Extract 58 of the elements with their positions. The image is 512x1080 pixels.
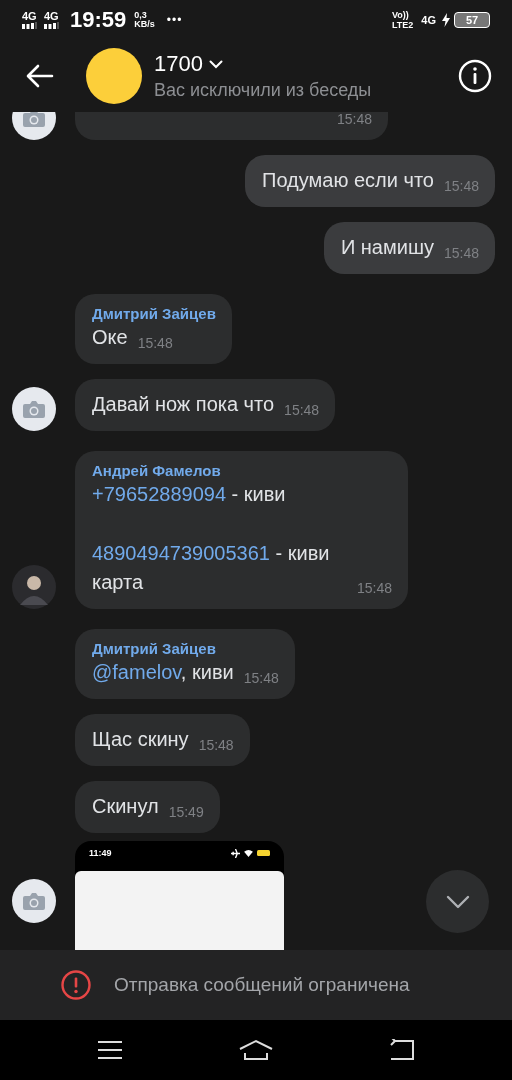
message-text: Щас скину: [92, 727, 189, 752]
message-time: 15:48: [336, 112, 372, 128]
message-text: +79652889094 - киви: [92, 482, 287, 507]
restriction-notice: Отправка сообщений ограничена: [114, 974, 410, 996]
speed-value: 0,3: [134, 11, 147, 20]
home-icon: [238, 1039, 274, 1061]
wifi-icon: [244, 849, 253, 857]
message-time: 15:48: [243, 669, 279, 687]
message-time: 15:48: [137, 334, 173, 352]
speed-unit: KB/s: [134, 20, 155, 29]
screenshot-clock: 11:49: [89, 848, 112, 858]
info-button[interactable]: [458, 59, 492, 93]
message-time: 15:48: [198, 736, 234, 754]
clock: 19:59: [70, 7, 127, 33]
message-time: 15:48: [443, 244, 479, 262]
chevron-down-icon: [445, 894, 470, 909]
menu-button[interactable]: [97, 1040, 124, 1060]
volte-label: Vo)): [391, 10, 410, 20]
message-time: 15:49: [168, 803, 204, 821]
chat-title[interactable]: 1700: [154, 51, 458, 77]
message-time: 15:48: [284, 401, 320, 419]
chevron-down-icon: [208, 59, 223, 69]
return-icon: [388, 1039, 415, 1061]
info-icon: [458, 59, 492, 93]
message-link[interactable]: +79652889094: [92, 483, 227, 505]
network-type: 4G: [421, 14, 436, 26]
battery-icon: [257, 850, 270, 856]
message-text: Подумаю если что: [262, 168, 434, 193]
sender-name[interactable]: Дмитрий Зайцев: [92, 305, 216, 322]
signal-icon: [22, 22, 38, 29]
menu-icon: [97, 1040, 124, 1060]
lte-label: LTE2: [391, 20, 414, 30]
home-button[interactable]: [238, 1039, 274, 1061]
more-indicator: •••: [166, 13, 183, 27]
chat-status: Вас исключили из беседы: [154, 80, 373, 101]
screenshot-attachment[interactable]: 11:49: [75, 841, 284, 950]
message-link[interactable]: 4890494739005361: [92, 542, 270, 564]
charging-icon: [442, 13, 450, 27]
message-time: 15:48: [443, 177, 479, 195]
message-text: 4890494739005361 - киви карта: [92, 541, 331, 595]
back-arrow-icon: [26, 64, 54, 88]
battery-indicator: 57: [454, 12, 490, 28]
message-text: Скинул: [92, 794, 159, 819]
message-time: 15:48: [356, 579, 392, 597]
back-button[interactable]: [388, 1039, 415, 1061]
network-type: 4G: [44, 11, 59, 22]
airplane-icon: [231, 848, 240, 858]
message-link[interactable]: @famelov: [92, 661, 181, 683]
network-type: 4G: [22, 11, 37, 22]
sender-name[interactable]: Дмитрий Зайцев: [92, 640, 279, 657]
chat-avatar[interactable]: [86, 48, 142, 104]
warning-icon: [60, 969, 92, 1001]
message-text: @famelov, киви: [92, 660, 234, 685]
message-text: Давай нож пока что: [92, 392, 275, 417]
message-text: И намишу: [340, 235, 434, 260]
sender-name[interactable]: Андрей Фамелов: [92, 462, 392, 479]
signal-icon: [44, 22, 60, 29]
message-text: Оке: [92, 325, 128, 350]
